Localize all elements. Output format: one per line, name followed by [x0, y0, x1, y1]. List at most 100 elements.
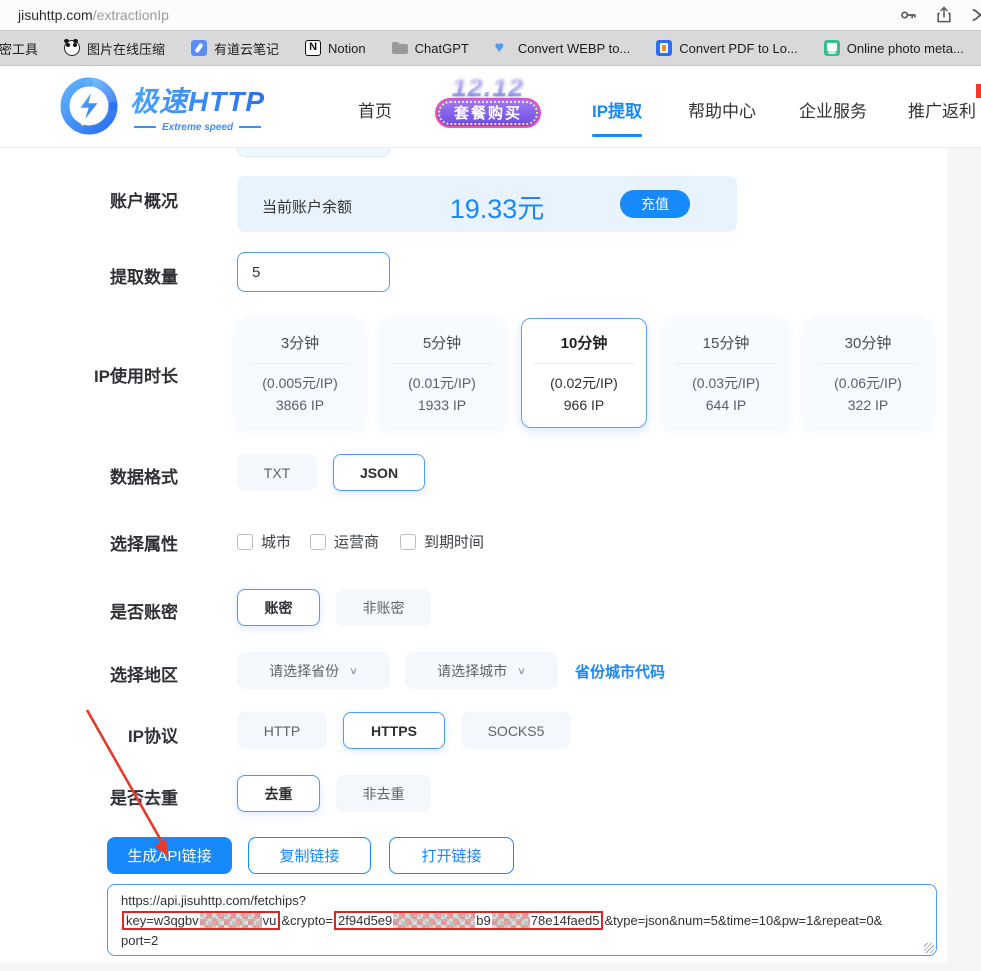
pixelated-redaction	[491, 913, 530, 928]
site-header: 极速HTTP Extreme speed 首页 12.12 套餐购买 IP提取 …	[0, 66, 981, 148]
protocol-option-https-selected[interactable]: HTTPS	[343, 712, 445, 749]
notion-icon: N	[305, 40, 322, 56]
duration-card-15min[interactable]: 15分钟 (0.03元/IP) 644 IP	[663, 318, 789, 428]
chevron-down-icon: ∨	[517, 664, 526, 677]
nav-referral[interactable]: 推广返利	[908, 97, 976, 122]
checkbox-icon[interactable]	[310, 533, 326, 550]
quantity-row-label: 提取数量	[110, 268, 178, 287]
redacted-crypto-highlight: 2f94d5e9 b9 78e14faed5	[334, 911, 604, 930]
password-key-icon[interactable]	[898, 5, 918, 25]
checkbox-carrier[interactable]: 运营商	[310, 531, 379, 552]
balance-value: 19.33元	[449, 194, 545, 224]
divider	[392, 363, 492, 364]
divider	[818, 363, 918, 364]
tagline-dash	[133, 126, 156, 128]
share-icon[interactable]	[934, 5, 954, 25]
open-link-button[interactable]: 打开链接	[389, 837, 514, 874]
extraction-form: 账户概况 当前账户余额 19.33元 充值 提取数量 IP使用时长 3分钟 (0…	[0, 148, 981, 971]
url-host: jisuhttp.com	[18, 7, 93, 23]
auth-option-password-selected[interactable]: 账密	[237, 589, 320, 626]
promo-badge-1212[interactable]: 12.12 套餐购买	[432, 72, 544, 138]
nav-home[interactable]: 首页	[358, 97, 392, 122]
browser-url-bar: jisuhttp.com/extractionIp	[0, 0, 981, 30]
account-row-label: 账户概况	[110, 192, 178, 211]
heart-icon	[495, 39, 511, 56]
bookmark-image-compress[interactable]: 图片在线压缩	[64, 39, 165, 58]
format-option-txt[interactable]: TXT	[237, 454, 317, 491]
dedupe-option-no[interactable]: 非去重	[336, 775, 431, 812]
dedupe-option-yes-selected[interactable]: 去重	[237, 775, 320, 812]
url-path: /extractionIp	[92, 7, 169, 23]
checkbox-expire-time[interactable]: 到期时间	[400, 531, 484, 552]
quantity-input[interactable]	[237, 252, 390, 292]
bookmark-notion[interactable]: N Notion	[305, 40, 366, 56]
page-right-margin	[947, 148, 981, 971]
balance-label: 当前账户余额	[262, 199, 353, 216]
divider	[250, 363, 350, 364]
duration-card-30min[interactable]: 30分钟 (0.06元/IP) 322 IP	[805, 318, 931, 428]
photo-icon	[823, 40, 840, 56]
bookmark-youdao-note[interactable]: 有道云笔记	[191, 39, 279, 58]
checkbox-icon[interactable]	[237, 533, 253, 550]
folder-icon	[391, 40, 408, 56]
protocol-option-http[interactable]: HTTP	[237, 712, 327, 749]
chevron-down-icon: ∨	[349, 664, 358, 677]
address-url[interactable]: jisuhttp.com/extractionIp	[18, 7, 169, 23]
bookmark-chatgpt-folder[interactable]: ChatGPT	[391, 40, 469, 56]
format-option-json-selected[interactable]: JSON	[333, 454, 425, 491]
nav-red-badge-fragment	[976, 84, 981, 98]
protocol-row-label: IP协议	[127, 727, 178, 746]
api-url-line1: https://api.jisuhttp.com/fetchips?	[121, 893, 306, 908]
bookmark-convert-webp[interactable]: Convert WEBP to...	[495, 39, 630, 56]
promo-buy-label: 套餐购买	[435, 98, 541, 128]
attributes-row-label: 选择属性	[110, 535, 178, 554]
bookmark-encrypt-tool[interactable]: 加密工具	[0, 39, 38, 58]
checkbox-icon[interactable]	[400, 533, 416, 550]
brand-name: 极速HTTP	[130, 80, 265, 120]
duration-card-3min[interactable]: 3分钟 (0.005元/IP) 3866 IP	[237, 318, 363, 428]
api-url-line2: key=w3qgbv vu &crypto= 2f94d5e9 b9 78e14faed5…	[121, 911, 923, 931]
nav-enterprise[interactable]: 企业服务	[799, 97, 867, 122]
redacted-key-highlight: key=w3qgbv vu	[122, 911, 281, 930]
account-balance-panel: 当前账户余额 19.33元 充值	[237, 176, 737, 232]
divider	[534, 363, 634, 364]
cutoff-element-top	[237, 148, 390, 157]
nav-help-center[interactable]: 帮助中心	[688, 97, 756, 122]
partial-toolbar-icon[interactable]	[970, 5, 981, 25]
province-select[interactable]: 请选择省份 ∨	[237, 652, 390, 689]
promo-date: 12.12	[432, 72, 544, 102]
duration-options: 3分钟 (0.005元/IP) 3866 IP 5分钟 (0.01元/IP) 1…	[237, 318, 931, 428]
lightning-logo-icon	[60, 77, 118, 135]
city-select[interactable]: 请选择城市 ∨	[405, 652, 558, 689]
checkbox-city[interactable]: 城市	[237, 531, 291, 552]
nav-ip-extract[interactable]: IP提取	[592, 97, 642, 122]
dedupe-row-label: 是否去重	[110, 789, 178, 808]
brand-logo[interactable]: 极速HTTP Extreme speed	[60, 77, 265, 135]
bookmarks-bar: 加密工具 图片在线压缩 有道云笔记 NNotion ChatGPT Conver…	[0, 30, 981, 66]
province-city-code-link[interactable]: 省份城市代码	[575, 661, 665, 682]
youdao-pen-icon	[191, 40, 208, 56]
protocol-option-socks5[interactable]: SOCKS5	[461, 712, 571, 749]
page-bottom-margin	[0, 962, 981, 971]
pdf-doc-icon	[656, 40, 673, 56]
bookmark-convert-pdf[interactable]: Convert PDF to Lo...	[656, 40, 798, 56]
active-nav-underline	[592, 134, 642, 137]
api-url-textarea[interactable]: https://api.jisuhttp.com/fetchips? key=w…	[107, 884, 937, 956]
format-row-label: 数据格式	[110, 468, 178, 487]
brand-tagline: Extreme speed	[133, 122, 262, 133]
auth-option-no-password[interactable]: 非账密	[336, 589, 431, 626]
auth-row-label: 是否账密	[110, 603, 178, 622]
textarea-resize-handle[interactable]	[924, 943, 934, 953]
recharge-button[interactable]: 充值	[620, 190, 690, 218]
tagline-dash	[239, 126, 262, 128]
pixelated-redaction	[199, 913, 262, 928]
divider	[676, 363, 776, 364]
pixelated-redaction	[393, 913, 476, 928]
duration-card-10min-selected[interactable]: 10分钟 (0.02元/IP) 966 IP	[521, 318, 647, 428]
duration-row-label: IP使用时长	[93, 367, 178, 386]
copy-link-button[interactable]: 复制链接	[248, 837, 371, 874]
bookmark-photo-meta[interactable]: Online photo meta...	[823, 40, 964, 56]
generate-api-link-button[interactable]: 生成API链接	[107, 837, 232, 874]
duration-card-5min[interactable]: 5分钟 (0.01元/IP) 1933 IP	[379, 318, 505, 428]
panda-icon	[64, 39, 81, 56]
